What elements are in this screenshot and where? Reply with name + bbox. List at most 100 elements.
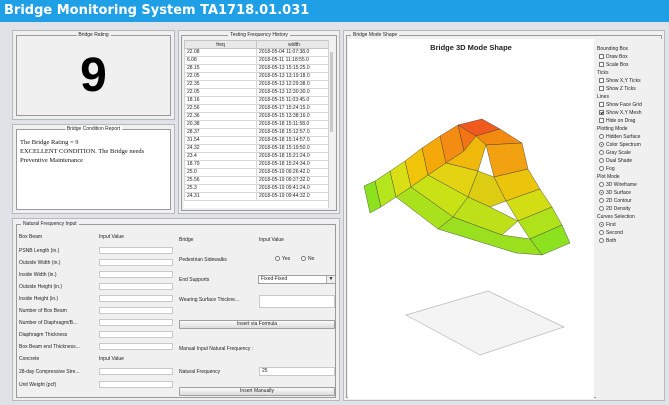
- color-spectrum-circle[interactable]: [599, 142, 604, 148]
- freq-cell[interactable]: 22.05: [184, 88, 257, 97]
- hidden-surface-radio[interactable]: Hidden Surface: [596, 133, 662, 141]
- width-cell[interactable]: 2018-05-15 13:38:16.0: [256, 112, 332, 121]
- 3d-wireframe-circle[interactable]: [599, 182, 604, 188]
- freq-cell[interactable]: 25.56: [184, 176, 257, 185]
- width-cell[interactable]: 2018-05-18 15:12:57.0: [256, 128, 332, 137]
- compressive-strength-input[interactable]: [99, 368, 173, 375]
- hidden-surface-circle[interactable]: [599, 134, 604, 140]
- outside-height-input[interactable]: [99, 283, 173, 290]
- history-table-wrap[interactable]: freq width 22.08 2018-05-04 11:07:38.0 6.0…: [184, 40, 334, 208]
- freq-cell[interactable]: 25.3: [184, 184, 257, 193]
- table-row[interactable]: 28.15 2018-05-13 15:15:25.0: [184, 64, 332, 73]
- number-diaphragm-input[interactable]: [99, 319, 173, 326]
- width-cell[interactable]: 2018-05-19 09:44:32.0: [256, 192, 332, 201]
- both-curves-radio[interactable]: Both: [596, 237, 662, 245]
- natural-frequency-input[interactable]: 25: [259, 367, 335, 376]
- table-row[interactable]: 22.56 2018-05-17 15:24:15.0: [184, 104, 332, 113]
- table-row[interactable]: 24.31 2018-05-19 09:44:32.0: [184, 192, 332, 201]
- width-cell[interactable]: 2018-05-13 12:29:38.0: [256, 80, 332, 89]
- history-scroll-thumb[interactable]: [330, 52, 333, 132]
- freq-cell[interactable]: 22.35: [184, 80, 257, 89]
- pedestrian-no-radio[interactable]: No: [301, 256, 314, 262]
- width-cell[interactable]: 2018-05-04 11:07:38.0: [256, 48, 332, 57]
- insert-via-formula-button[interactable]: Insert via Formula: [179, 320, 335, 329]
- freq-cell[interactable]: 22.08: [184, 48, 257, 57]
- width-cell[interactable]: 2018-05-17 15:24:15.0: [256, 104, 332, 113]
- width-cell[interactable]: 2018-05-19 09:41:24.0: [256, 184, 332, 193]
- gray-scale-circle[interactable]: [599, 150, 604, 156]
- freq-cell[interactable]: 22.36: [184, 112, 257, 121]
- width-cell[interactable]: 2018-05-13 15:15:25.0: [256, 64, 332, 73]
- second-curve-circle[interactable]: [599, 230, 604, 236]
- show-xy-ticks-checkbox[interactable]: Show X,Y Ticks: [596, 77, 662, 85]
- end-thickness-input[interactable]: [99, 343, 173, 350]
- dual-shade-radio[interactable]: Dual Shade: [596, 157, 662, 165]
- table-row[interactable]: 6.08 2018-05-11 11:18:55.0: [184, 56, 332, 65]
- freq-cell[interactable]: 28.37: [184, 128, 257, 137]
- pedestrian-yes-radio[interactable]: Yes: [275, 256, 290, 262]
- unit-weight-input[interactable]: [99, 381, 173, 388]
- freq-cell[interactable]: 24.32: [184, 144, 257, 153]
- width-cell[interactable]: 2018-05-19 09:26:42.0: [256, 168, 332, 177]
- width-cell[interactable]: 2018-05-18 15:24:34.0: [256, 160, 332, 169]
- draw-box-checkbox[interactable]: Draw Box: [596, 53, 662, 61]
- inside-height-input[interactable]: [99, 295, 173, 302]
- inside-width-input[interactable]: [99, 271, 173, 278]
- table-row[interactable]: 22.08 2018-05-04 11:07:38.0: [184, 48, 332, 57]
- 3d-surface-circle[interactable]: [599, 190, 604, 196]
- outside-width-input[interactable]: [99, 259, 173, 266]
- 2d-density-circle[interactable]: [599, 206, 604, 212]
- table-row[interactable]: 28.37 2018-05-18 15:12:57.0: [184, 128, 332, 137]
- dual-shade-circle[interactable]: [599, 158, 604, 164]
- freq-cell[interactable]: 31.54: [184, 136, 257, 145]
- width-cell[interactable]: 2018-05-19 09:37:32.0: [256, 176, 332, 185]
- width-cell[interactable]: 2018-05-18 15:14:57.0: [256, 136, 332, 145]
- 3d-wireframe-radio[interactable]: 3D Wireframe: [596, 181, 662, 189]
- number-box-beam-input[interactable]: [99, 307, 173, 314]
- draw-box-check[interactable]: [599, 54, 604, 60]
- freq-cell[interactable]: 23.4: [184, 152, 257, 161]
- table-row[interactable]: 25.56 2018-05-19 09:37:32.0: [184, 176, 332, 185]
- width-cell[interactable]: 2018-05-18 15:19:50.0: [256, 144, 332, 153]
- diaphragm-thickness-input[interactable]: [99, 331, 173, 338]
- column-header-width[interactable]: width: [256, 40, 332, 49]
- table-row[interactable]: 20.38 2018-05-18 15:11:58.0: [184, 120, 332, 129]
- freq-cell[interactable]: 24.31: [184, 192, 257, 201]
- show-xy-mesh-checkbox[interactable]: Show X,Y Mesh: [596, 109, 662, 117]
- width-cell[interactable]: 2018-05-15 11:03:45.0: [256, 96, 332, 105]
- width-cell[interactable]: 2018-05-18 15:21:24.0: [256, 152, 332, 161]
- freq-cell[interactable]: 25.0: [184, 168, 257, 177]
- table-row[interactable]: 18.16 2018-05-15 11:03:45.0: [184, 96, 332, 105]
- both-curves-circle[interactable]: [599, 238, 604, 244]
- 2d-contour-radio[interactable]: 2D Contour: [596, 197, 662, 205]
- table-row[interactable]: 22.05 2018-05-13 13:19:18.0: [184, 72, 332, 81]
- no-radio-circle[interactable]: [301, 256, 306, 262]
- table-row[interactable]: 22.35 2018-05-13 12:29:38.0: [184, 80, 332, 89]
- width-cell[interactable]: 2018-05-13 12:30:30.0: [256, 88, 332, 97]
- freq-cell[interactable]: 28.15: [184, 64, 257, 73]
- 2d-contour-circle[interactable]: [599, 198, 604, 204]
- yes-radio-circle[interactable]: [275, 256, 280, 262]
- 2d-density-radio[interactable]: 2D Density: [596, 205, 662, 213]
- column-header-freq[interactable]: freq: [184, 40, 257, 49]
- fog-radio[interactable]: Fog: [596, 165, 662, 173]
- table-row[interactable]: 23.4 2018-05-18 15:21:24.0: [184, 152, 332, 161]
- first-curve-circle[interactable]: [599, 222, 604, 228]
- scale-box-checkbox[interactable]: Scale Box: [596, 61, 662, 69]
- second-curve-radio[interactable]: Second: [596, 229, 662, 237]
- insert-manually-button[interactable]: Insert Manually: [179, 387, 335, 396]
- mode-shape-canvas[interactable]: Bridge 3D Mode Shape: [348, 39, 594, 399]
- width-cell[interactable]: 2018-05-13 13:19:18.0: [256, 72, 332, 81]
- freq-cell[interactable]: 22.05: [184, 72, 257, 81]
- psnb-length-input[interactable]: [99, 247, 173, 254]
- table-row[interactable]: 31.54 2018-05-18 15:14:57.0: [184, 136, 332, 145]
- chevron-down-icon[interactable]: ▼: [326, 276, 335, 283]
- show-face-grid-check[interactable]: [599, 102, 604, 108]
- table-row[interactable]: 25.3 2018-05-19 09:41:24.0: [184, 184, 332, 193]
- show-z-ticks-checkbox[interactable]: Show Z Ticks: [596, 85, 662, 93]
- table-row[interactable]: 24.32 2018-05-18 15:19:50.0: [184, 144, 332, 153]
- show-xy-ticks-check[interactable]: [599, 78, 604, 84]
- freq-cell[interactable]: 20.38: [184, 120, 257, 129]
- gray-scale-radio[interactable]: Gray Scale: [596, 149, 662, 157]
- 3d-surface-radio[interactable]: 3D Surface: [596, 189, 662, 197]
